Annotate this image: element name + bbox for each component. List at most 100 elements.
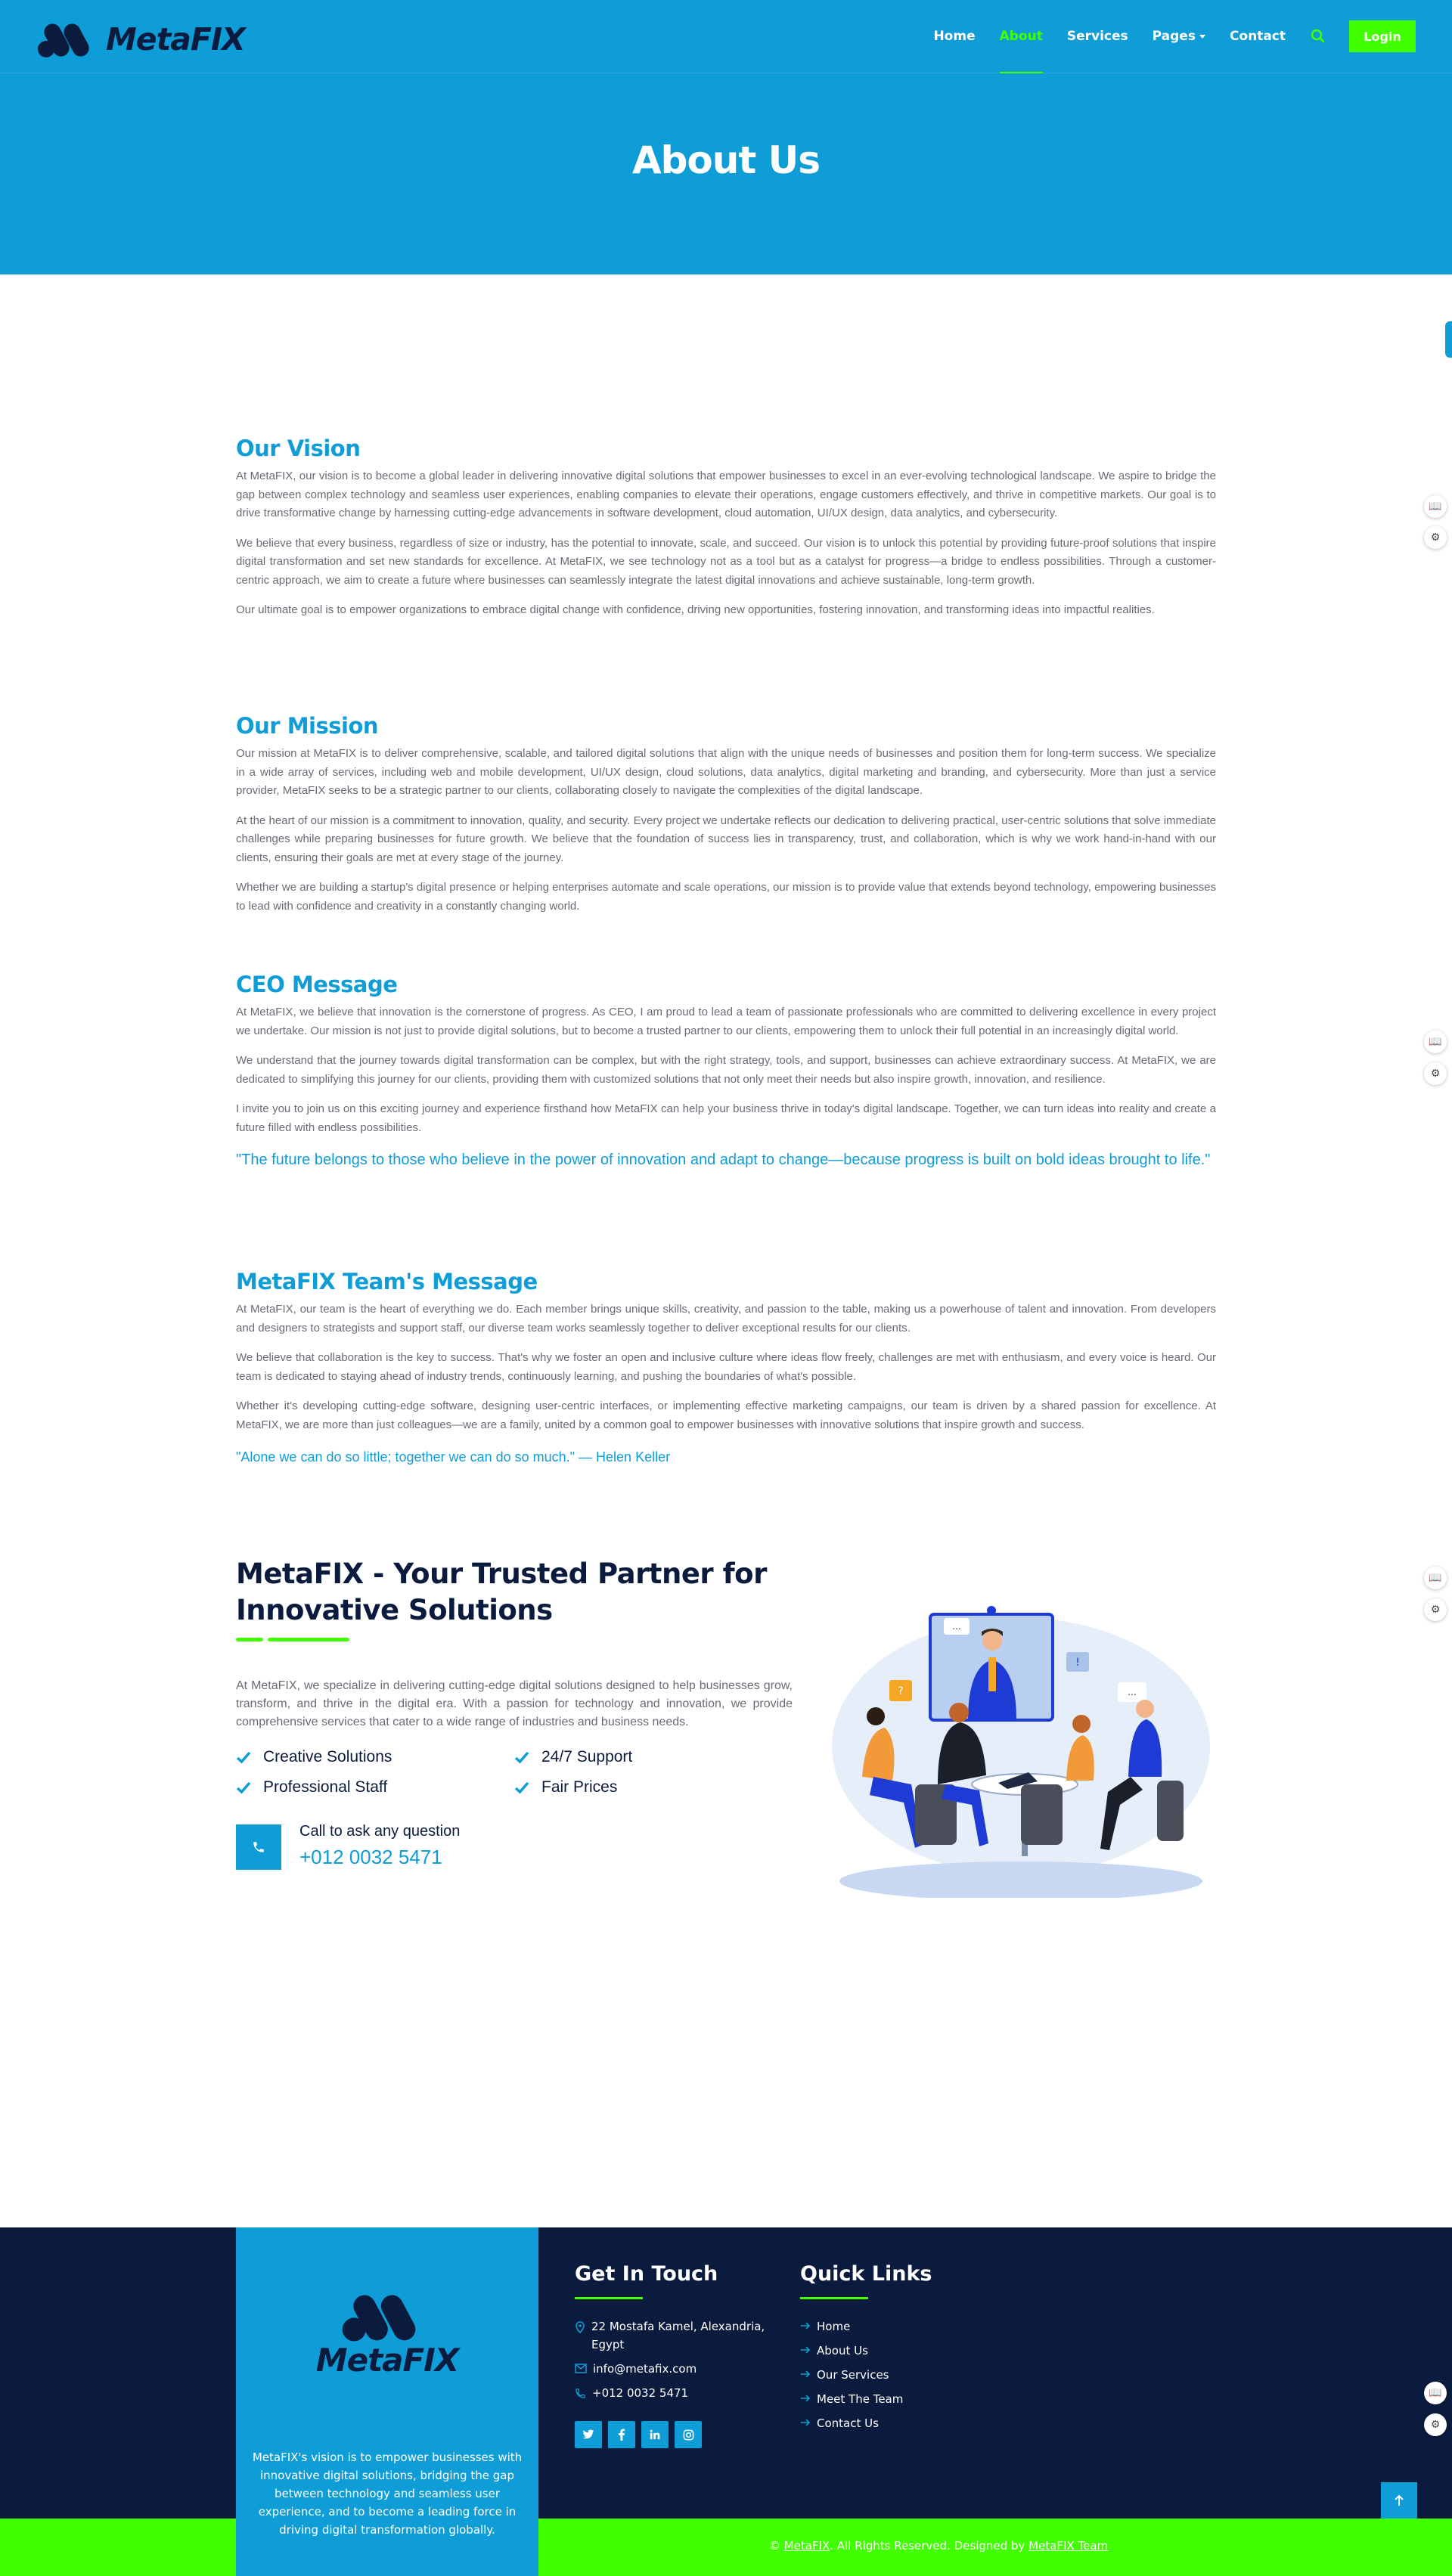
about-text: At MetaFIX, we specialize in delivering … [236,1679,793,1728]
check-icon [514,1781,529,1794]
footer-link-label: Our Services [817,2368,889,2382]
footer-contact-title: Get In Touch [575,2262,718,2286]
check-icon [514,1751,529,1764]
arrow-up-icon [1395,2494,1404,2506]
team-paragraph: We believe that collaboration is the key… [236,1351,1216,1383]
team-title: MetaFIX Team's Message [236,1269,538,1294]
arrow-right-icon [801,2395,811,2402]
brain-icon[interactable]: ⚙ [1424,526,1447,549]
call-button[interactable] [236,1824,281,1870]
vision-section: Our Vision At MetaFIX, our vision is to … [236,436,1216,631]
call-number[interactable]: +012 0032 5471 [299,1846,442,1869]
logo-text: MetaFIX [106,21,246,57]
footer-phone-text: +012 0032 5471 [592,2386,689,2400]
back-to-top-button[interactable] [1381,2482,1417,2519]
book-icon[interactable]: 📖 [1424,1567,1447,1589]
feature-item: Professional Staff [236,1778,387,1796]
check-icon [236,1751,251,1764]
vision-paragraph: Our ultimate goal is to empower organiza… [236,603,1155,616]
mission-paragraph: Our mission at MetaFIX is to deliver com… [236,747,1216,797]
phone-icon [253,1842,264,1852]
svg-text:...: ... [952,1621,960,1632]
ceo-title: CEO Message [236,972,398,997]
vision-paragraph: We believe that every business, regardle… [236,536,1216,587]
brand-logo[interactable]: MetaFIX [36,20,246,59]
footer-link-label: About Us [817,2344,868,2357]
chevron-down-icon [1199,34,1205,39]
logo-mark-icon [38,23,89,57]
footer-link-about[interactable]: About Us [800,2342,868,2360]
team-paragraph: At MetaFIX, our team is the heart of eve… [236,1303,1216,1334]
ceo-section: CEO Message At MetaFIX, we believe that … [236,972,1216,1171]
phone-icon [576,2388,585,2398]
side-tab[interactable] [1445,321,1452,358]
copyright-designer-link[interactable]: MetaFIX Team [1028,2539,1108,2553]
feature-label: 24/7 Support [541,1748,633,1765]
login-button[interactable]: Login [1349,20,1416,52]
team-section: MetaFIX Team's Message At MetaFIX, our t… [236,1269,1216,1468]
ceo-quote: "The future belongs to those who believe… [236,1152,1211,1168]
feature-label: Creative Solutions [263,1748,392,1765]
arrow-right-icon [801,2370,811,2378]
facebook-icon[interactable] [608,2421,635,2448]
svg-text:!: ! [1075,1657,1080,1669]
linkedin-icon[interactable] [641,2421,669,2448]
instagram-icon[interactable] [675,2421,702,2448]
footer-address: 22 Mostafa Kamel, Alexandria, Egypt [575,2317,771,2354]
copyright-text: . All Rights Reserved. Designed by [830,2539,1025,2553]
title-underline [236,1638,263,1641]
hero-banner: About Us [0,73,1452,274]
team-meeting-illustration: ... ! ... ? [832,1606,1210,1898]
brain-icon[interactable]: ⚙ [1424,1062,1447,1085]
footer-link-team[interactable]: Meet The Team [800,2390,903,2408]
svg-text:...: ... [1128,1687,1136,1697]
footer-link-label: Meet The Team [817,2392,904,2406]
copyright-symbol: © [768,2539,780,2553]
footer-email-text: info@metafix.com [593,2362,697,2376]
book-icon[interactable]: 📖 [1424,495,1447,518]
call-label: Call to ask any question [299,1823,461,1840]
nav-home[interactable]: Home [933,29,975,44]
nav-about[interactable]: About [999,29,1044,73]
footer-link-services[interactable]: Our Services [800,2366,889,2384]
team-paragraph: Whether it's developing cutting-edge sof… [236,1400,1216,1431]
nav-pages-dropdown[interactable]: Pages [1153,29,1205,44]
mission-section: Our Mission Our mission at MetaFIX is to… [236,713,1216,927]
footer-underline [800,2297,868,2299]
mission-paragraph: Whether we are building a startup's digi… [236,881,1216,913]
arrow-right-icon [801,2419,811,2426]
footer-phone[interactable]: +012 0032 5471 [575,2384,688,2402]
vision-title: Our Vision [236,436,361,461]
footer-address-text: 22 Mostafa Kamel, Alexandria, Egypt [591,2320,765,2351]
copyright-brand-link[interactable]: MetaFIX [784,2539,830,2553]
location-pin-icon [576,2321,585,2333]
feature-label: Fair Prices [541,1778,618,1796]
nav-pages-label: Pages [1152,29,1196,44]
footer-underline [575,2297,643,2299]
book-icon[interactable]: 📖 [1424,2382,1447,2404]
vision-paragraph: At MetaFIX, our vision is to become a gl… [236,470,1216,519]
about-title-line: MetaFIX - Your Trusted Partner for [236,1558,767,1590]
logo-mark-icon [342,2295,416,2342]
mission-title: Our Mission [236,713,379,739]
search-icon[interactable] [1310,28,1326,45]
twitter-icon[interactable] [575,2421,602,2448]
book-icon[interactable]: 📖 [1424,1031,1447,1053]
footer-links-title: Quick Links [800,2262,932,2286]
nav-services[interactable]: Services [1067,29,1128,44]
brain-icon[interactable]: ⚙ [1424,2413,1447,2436]
feature-item: Fair Prices [514,1778,617,1796]
footer-logo[interactable]: MetaFIX [296,2289,478,2379]
envelope-icon [575,2364,587,2373]
svg-text:?: ? [898,1685,903,1697]
footer-logo-text: MetaFIX [315,2342,459,2379]
check-icon [236,1781,251,1794]
footer-link-contact[interactable]: Contact Us [800,2414,879,2432]
brain-icon[interactable]: ⚙ [1424,1598,1447,1621]
page-title: About Us [631,138,821,182]
nav-contact[interactable]: Contact [1230,29,1286,44]
footer-link-home[interactable]: Home [800,2317,850,2336]
footer-email[interactable]: info@metafix.com [575,2360,697,2378]
footer-link-label: Contact Us [817,2416,879,2430]
footer-link-label: Home [817,2320,851,2333]
